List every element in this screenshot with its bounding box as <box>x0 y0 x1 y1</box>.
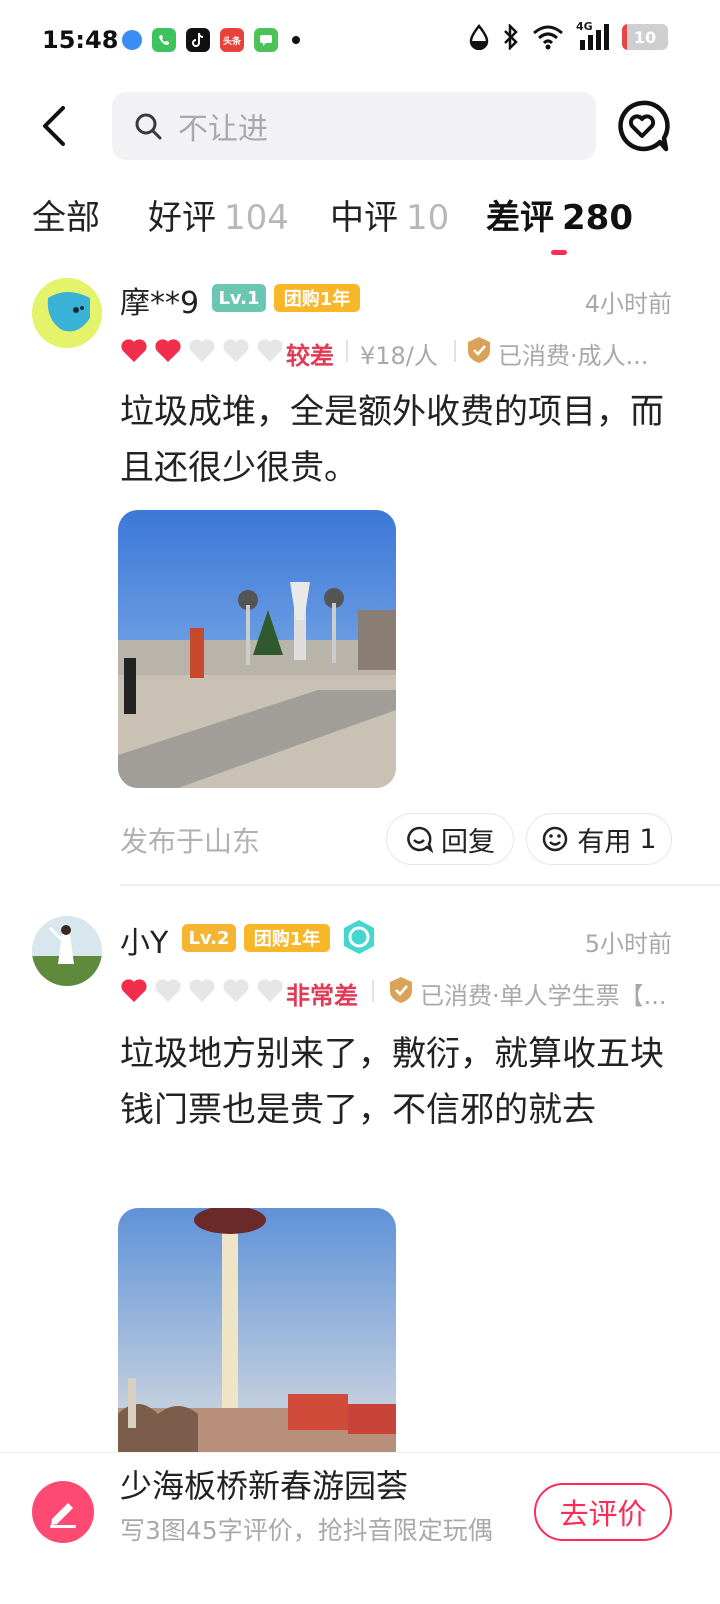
review-time: 5小时前 <box>584 930 672 958</box>
useful-button[interactable]: 有用 1 <box>526 813 672 865</box>
heart-filled-icon <box>121 339 147 362</box>
review-text: 垃圾地方别来了，敷衍，就算收五块钱门票也是贵了，不信邪的就去 <box>120 1034 664 1130</box>
bluetooth-icon <box>504 24 518 50</box>
verified-icon <box>390 977 412 1003</box>
group-buy-badge: 团购1年 <box>274 284 360 312</box>
level-badge: Lv.2 <box>182 924 236 952</box>
avatar[interactable] <box>32 278 102 348</box>
verified-icon <box>468 337 490 363</box>
active-tab-indicator <box>551 250 567 255</box>
tiktok-app-icon <box>186 28 210 52</box>
pencil-icon[interactable] <box>32 1481 94 1543</box>
member-badge-icon <box>344 920 374 954</box>
heart-empty-icon <box>189 339 215 362</box>
smile-icon <box>543 826 568 852</box>
tab-negative[interactable]: 差评 280 <box>486 190 633 239</box>
tab-label: 好评 <box>148 198 216 238</box>
heart-empty-icon <box>223 979 249 1002</box>
battery-level <box>622 24 627 50</box>
status-bar: 15:48 头条 4G 10 <box>0 0 720 84</box>
drop-icon <box>469 24 489 50</box>
more-notifications-dot <box>292 36 300 44</box>
message-app-icon <box>254 28 278 52</box>
phone-app-icon <box>152 28 176 52</box>
write-review-bar: 少海板桥新春游园荟 写3图45字评价，抢抖音限定玩偶 去评价 <box>0 1452 720 1604</box>
heart-filled-icon <box>121 979 147 1002</box>
reviewer-name[interactable]: 小Y <box>120 918 168 962</box>
toutiao-app-icon: 头条 <box>220 28 244 52</box>
review-time: 4小时前 <box>584 290 672 318</box>
heart-rating <box>120 978 284 1004</box>
divider <box>346 340 348 362</box>
search-input[interactable]: 不让进 <box>112 92 596 160</box>
search-placeholder: 不让进 <box>178 112 268 147</box>
network-type: 4G <box>576 20 593 33</box>
attraction-title: 少海板桥新春游园荟 <box>120 1467 409 1505</box>
status-notification-icons: 头条 <box>122 28 300 52</box>
heart-chat-icon <box>618 100 670 152</box>
review-filter-tabs: 全部 好评 104 中评 10 差评 280 <box>0 190 720 262</box>
tab-count: 104 <box>224 198 289 238</box>
reply-button[interactable]: 回复 <box>386 813 514 865</box>
battery-indicator: 10 <box>622 24 668 50</box>
review-card: 小Y Lv.2 团购1年 5小时前 非常差 已消费·单人学生票【... 垃圾地方… <box>0 906 720 1452</box>
review-text: 垃圾成堆，全是额外收费的项目，而且还很少很贵。 <box>120 392 664 488</box>
rating-word: 非常差 <box>286 982 358 1010</box>
consumed-info[interactable]: 已消费·成人... <box>498 336 649 371</box>
chevron-left-icon <box>43 106 65 146</box>
heart-empty-icon <box>223 339 249 362</box>
tab-count: 280 <box>562 198 633 238</box>
reviewer-name[interactable]: 摩**9 <box>120 278 199 322</box>
heart-empty-icon <box>189 979 215 1002</box>
status-system-icons: 4G 10 <box>468 20 668 50</box>
group-buy-badge: 团购1年 <box>244 924 330 952</box>
back-button[interactable] <box>34 102 74 150</box>
heart-empty-icon <box>155 979 181 1002</box>
heart-filled-icon <box>155 339 181 362</box>
useful-label: 有用 <box>577 826 632 858</box>
heart-rating <box>120 338 284 364</box>
avatar[interactable] <box>32 916 102 986</box>
tab-count: 10 <box>406 198 450 238</box>
level-badge: Lv.1 <box>212 284 266 312</box>
tab-label: 中评 <box>330 198 398 238</box>
divider <box>372 980 374 1002</box>
review-divider <box>120 884 720 886</box>
tab-label: 差评 <box>486 198 554 238</box>
post-location: 发布于山东 <box>120 825 261 858</box>
review-photo[interactable] <box>118 510 396 788</box>
divider <box>454 340 456 362</box>
review-card: 摩**9 Lv.1 团购1年 4小时前 较差 ¥18/人 已消费·成人... 垃… <box>0 270 720 890</box>
tab-all[interactable]: 全部 <box>32 190 100 239</box>
useful-count: 1 <box>639 823 657 855</box>
heart-empty-icon <box>257 339 283 362</box>
review-incentive-text: 写3图45字评价，抢抖音限定玩偶 <box>120 1516 493 1545</box>
signal-icon: 4G <box>576 20 610 50</box>
wifi-icon <box>533 25 563 50</box>
price-per-person: ¥18/人 <box>360 342 438 370</box>
review-photo[interactable] <box>118 1208 396 1452</box>
battery-text: 10 <box>633 27 657 47</box>
tab-positive[interactable]: 好评 104 <box>148 190 289 239</box>
tab-label: 全部 <box>32 198 100 238</box>
reply-label: 回复 <box>441 826 495 858</box>
write-review-button[interactable]: 去评价 <box>534 1483 672 1541</box>
app-notification-icon <box>122 30 142 50</box>
search-icon <box>135 113 162 140</box>
status-time: 15:48 <box>42 26 119 54</box>
rating-word: 较差 <box>286 342 334 370</box>
comment-icon <box>407 826 433 853</box>
heart-empty-icon <box>257 979 283 1002</box>
consumed-info[interactable]: 已消费·单人学生票【... <box>420 976 667 1011</box>
heart-chat-button[interactable] <box>614 98 670 154</box>
top-bar: 不让进 <box>0 84 720 168</box>
tab-neutral[interactable]: 中评 10 <box>330 190 449 239</box>
